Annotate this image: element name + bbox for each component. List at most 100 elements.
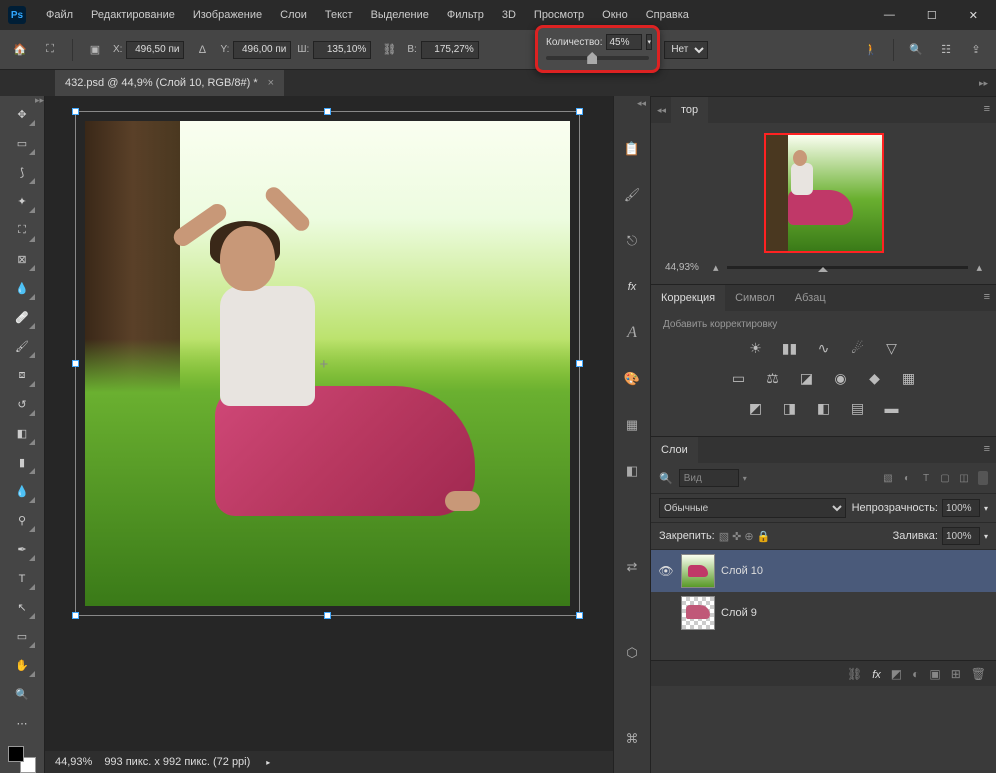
- eyedropper-tool[interactable]: 💧: [8, 276, 36, 301]
- swatches-panel-icon[interactable]: 🎨: [617, 366, 647, 392]
- w-input[interactable]: [313, 41, 371, 59]
- channels-panel-icon[interactable]: ⬡: [617, 640, 647, 666]
- edit-toolbar[interactable]: ⋯: [8, 711, 36, 736]
- layers-tab[interactable]: Слои: [651, 437, 698, 463]
- status-zoom[interactable]: 44,93%: [55, 756, 92, 768]
- layer-mask-icon[interactable]: ◩: [891, 667, 902, 681]
- menu-file[interactable]: Файл: [38, 5, 81, 25]
- canvas-area[interactable]: 44,93% 993 пикс. x 992 пикс. (72 ppi) ▸: [45, 96, 613, 773]
- vibrance-icon[interactable]: ▽: [880, 338, 904, 358]
- character-tab[interactable]: Символ: [725, 285, 785, 311]
- protect-select[interactable]: Нет: [664, 41, 708, 59]
- paths-panel-icon[interactable]: ⌘: [617, 726, 647, 752]
- content-aware-scale-icon[interactable]: ⛶: [38, 38, 62, 62]
- brush-tool[interactable]: 🖌: [8, 334, 36, 359]
- amount-dropdown-icon[interactable]: ▾: [646, 34, 652, 50]
- visibility-icon[interactable]: 👁: [657, 564, 675, 578]
- photo-filter-icon[interactable]: ◉: [829, 368, 853, 388]
- layer-item[interactable]: Слой 9: [651, 592, 996, 634]
- layers-menu-icon[interactable]: ≡: [984, 443, 990, 455]
- fill-input[interactable]: [942, 527, 980, 545]
- color-lookup-icon[interactable]: ▦: [897, 368, 921, 388]
- gradient-tool[interactable]: ▮: [8, 450, 36, 475]
- delete-layer-icon[interactable]: 🗑: [971, 667, 986, 681]
- navigator-thumbnail[interactable]: [764, 133, 884, 253]
- filter-smart-icon[interactable]: ◫: [956, 470, 972, 486]
- new-group-icon[interactable]: ▣: [929, 667, 940, 681]
- layer-style-icon[interactable]: fx: [872, 667, 881, 681]
- menu-3d[interactable]: 3D: [494, 5, 524, 25]
- new-fill-icon[interactable]: ◐: [912, 667, 919, 681]
- panel-collapse-icon[interactable]: ▸▸: [979, 78, 988, 89]
- quick-select-tool[interactable]: ✦: [8, 189, 36, 214]
- menu-layers[interactable]: Слои: [272, 5, 315, 25]
- menu-edit[interactable]: Редактирование: [83, 5, 183, 25]
- h-input[interactable]: [421, 41, 479, 59]
- character-panel-icon[interactable]: A: [617, 320, 647, 346]
- swap-xy-icon[interactable]: Δ: [190, 38, 214, 62]
- maximize-button[interactable]: ☐: [917, 5, 947, 26]
- color-balance-icon[interactable]: ⚖: [761, 368, 785, 388]
- type-tool[interactable]: T: [8, 566, 36, 591]
- crop-tool[interactable]: ⛶: [8, 218, 36, 243]
- filter-type-icon[interactable]: T: [918, 470, 934, 486]
- frame-tool[interactable]: ⊠: [8, 247, 36, 272]
- blur-tool[interactable]: 💧: [8, 479, 36, 504]
- adjustments-panel-icon[interactable]: ⇄: [617, 554, 647, 580]
- rectangle-tool[interactable]: ▭: [8, 624, 36, 649]
- menu-select[interactable]: Выделение: [363, 5, 437, 25]
- document-tab[interactable]: 432.psd @ 44,9% (Слой 10, RGB/8#) * ×: [55, 70, 284, 96]
- link-layers-icon[interactable]: ⛓: [847, 667, 862, 681]
- stamp-tool[interactable]: ⧈: [8, 363, 36, 388]
- invert-icon[interactable]: ◩: [744, 398, 768, 418]
- share-icon[interactable]: ⇪: [964, 38, 988, 62]
- dodge-tool[interactable]: ⚲: [8, 508, 36, 533]
- selective-color-icon[interactable]: ▤: [846, 398, 870, 418]
- exposure-icon[interactable]: ☄: [846, 338, 870, 358]
- channel-mixer-icon[interactable]: ◆: [863, 368, 887, 388]
- layer-name[interactable]: Слой 9: [721, 607, 757, 619]
- tab-close-icon[interactable]: ×: [268, 77, 274, 89]
- search-icon[interactable]: 🔍: [904, 38, 928, 62]
- view-options-icon[interactable]: ☷: [934, 38, 958, 62]
- path-select-tool[interactable]: ↖: [8, 595, 36, 620]
- marquee-tool[interactable]: ▭: [8, 131, 36, 156]
- gradient-map-icon[interactable]: ▬: [880, 398, 904, 418]
- new-layer-icon[interactable]: ⊞: [951, 667, 961, 681]
- paragraph-tab[interactable]: Абзац: [785, 285, 836, 311]
- nav-collapse-icon[interactable]: ◂◂: [657, 105, 666, 116]
- styles-panel-icon[interactable]: fx: [617, 274, 647, 300]
- amount-input[interactable]: [606, 34, 642, 50]
- status-menu-icon[interactable]: ▸: [266, 758, 270, 767]
- lasso-tool[interactable]: ⟆: [8, 160, 36, 185]
- filter-adjust-icon[interactable]: ◐: [899, 470, 915, 486]
- healing-tool[interactable]: 🩹: [8, 305, 36, 330]
- layer-search-input[interactable]: [679, 469, 739, 487]
- reference-point-icon[interactable]: ▣: [83, 38, 107, 62]
- color-swatches[interactable]: [8, 746, 36, 773]
- navigator-tab[interactable]: тор: [671, 97, 708, 123]
- search-kind-icon[interactable]: 🔍: [659, 472, 673, 485]
- bw-icon[interactable]: ◪: [795, 368, 819, 388]
- posterize-icon[interactable]: ◨: [778, 398, 802, 418]
- menu-text[interactable]: Текст: [317, 5, 361, 25]
- lock-pixels-icon[interactable]: ▧: [719, 530, 729, 543]
- layer-thumbnail[interactable]: [681, 554, 715, 588]
- lock-artboard-icon[interactable]: ⊕: [744, 530, 753, 543]
- fg-color[interactable]: [8, 746, 24, 762]
- zoom-in-icon[interactable]: ▴: [976, 261, 982, 274]
- patterns-panel-icon[interactable]: ▦: [617, 412, 647, 438]
- minimize-button[interactable]: —: [874, 5, 905, 26]
- brush-settings-panel-icon[interactable]: ⎋: [617, 228, 647, 254]
- brightness-icon[interactable]: ☀: [744, 338, 768, 358]
- nav-menu-icon[interactable]: ≡: [984, 103, 990, 115]
- x-input[interactable]: [126, 41, 184, 59]
- menu-image[interactable]: Изображение: [185, 5, 270, 25]
- history-panel-icon[interactable]: 📋: [617, 136, 647, 162]
- pen-tool[interactable]: ✒: [8, 537, 36, 562]
- cancel-transform-icon[interactable]: 🚶: [859, 38, 883, 62]
- menu-help[interactable]: Справка: [638, 5, 697, 25]
- lock-position-icon[interactable]: ✜: [732, 530, 741, 543]
- corrections-tab[interactable]: Коррекция: [651, 285, 725, 311]
- blend-mode-select[interactable]: Обычные: [659, 498, 846, 518]
